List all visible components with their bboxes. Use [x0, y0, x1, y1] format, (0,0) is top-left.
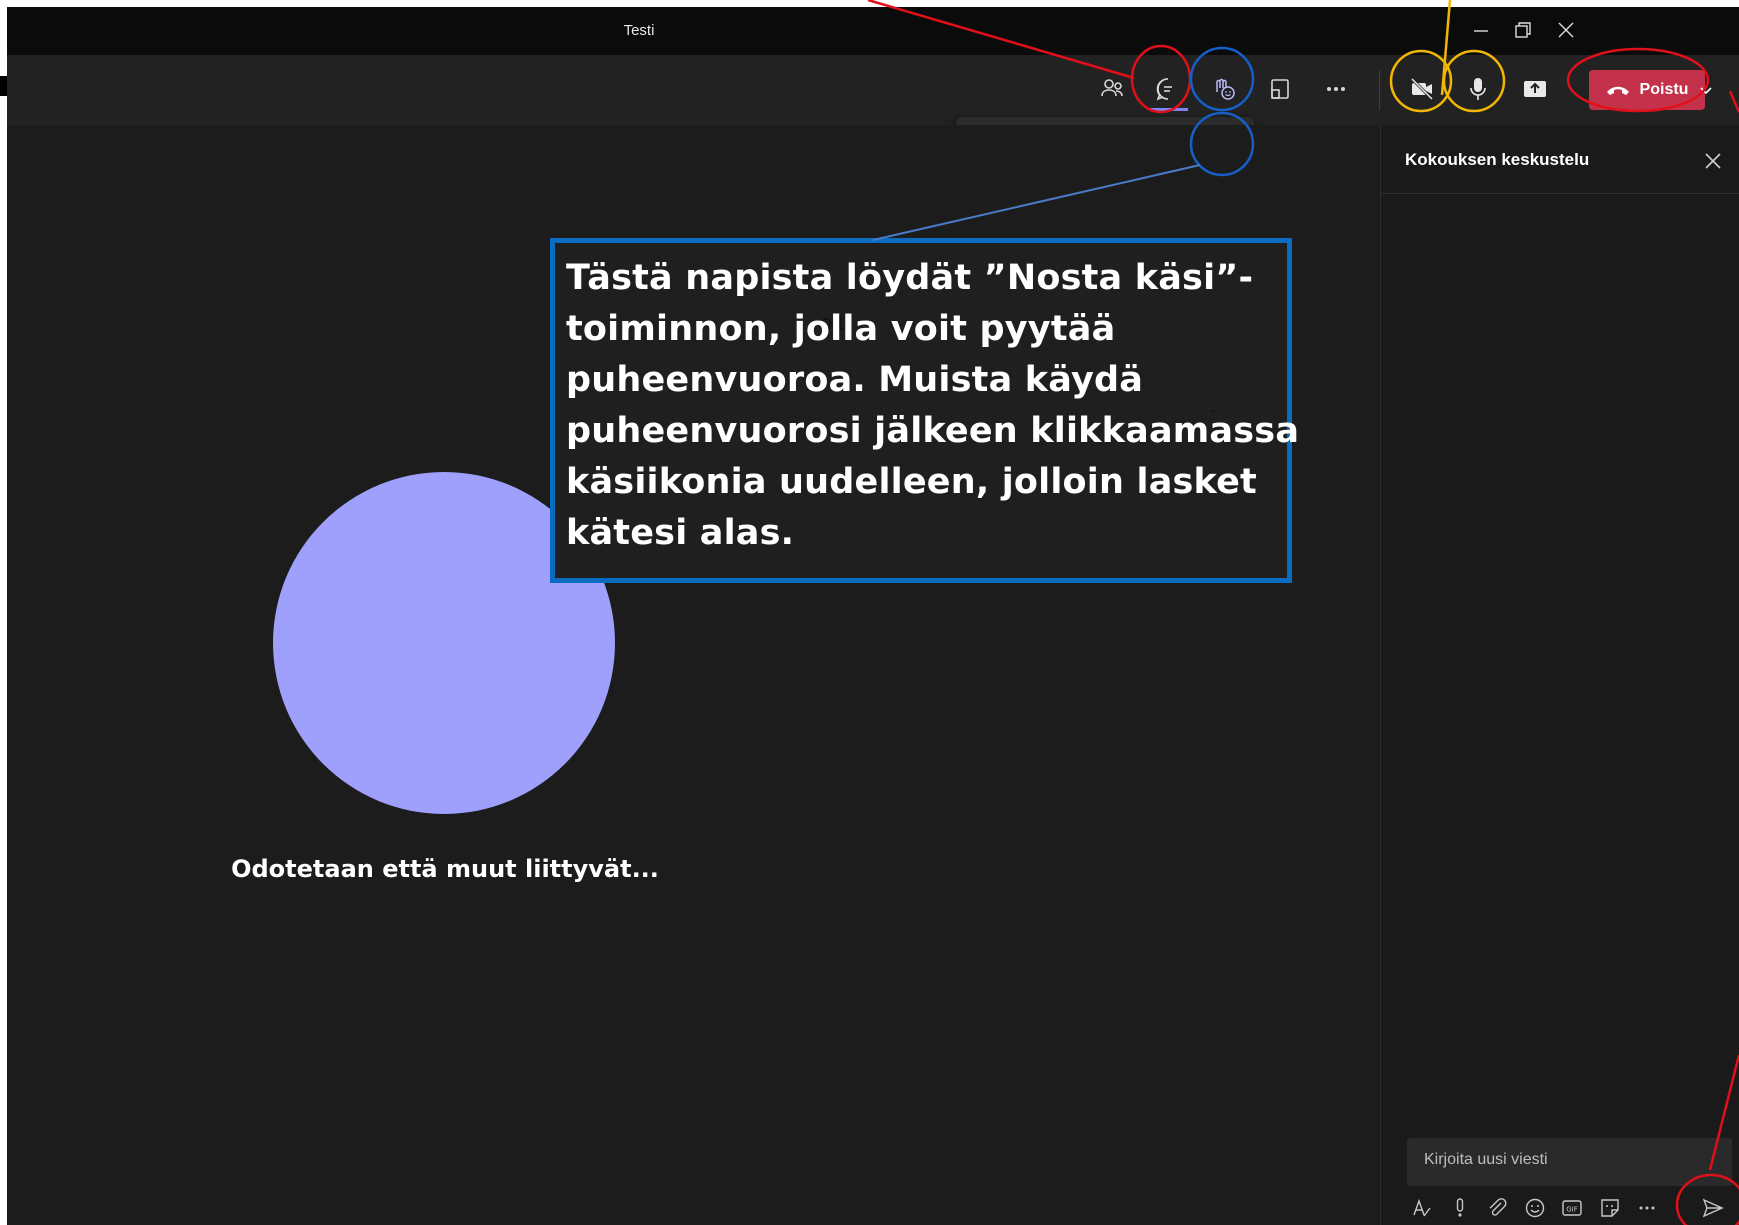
blue-circle-raise-hand	[1189, 111, 1255, 177]
yellow-circle-mic	[1442, 49, 1506, 113]
red-pointer-line	[1728, 90, 1739, 113]
red-pointer-line	[867, 0, 1135, 80]
red-pointer-line	[1708, 1054, 1739, 1171]
red-circle-leave	[1566, 47, 1710, 113]
blue-pointer-line	[872, 164, 1201, 241]
blue-circle-reactions	[1189, 46, 1255, 112]
annotation-overlay	[867, 0, 1739, 1225]
red-circle-send	[1675, 1173, 1739, 1225]
red-circle-chat	[1130, 44, 1192, 114]
